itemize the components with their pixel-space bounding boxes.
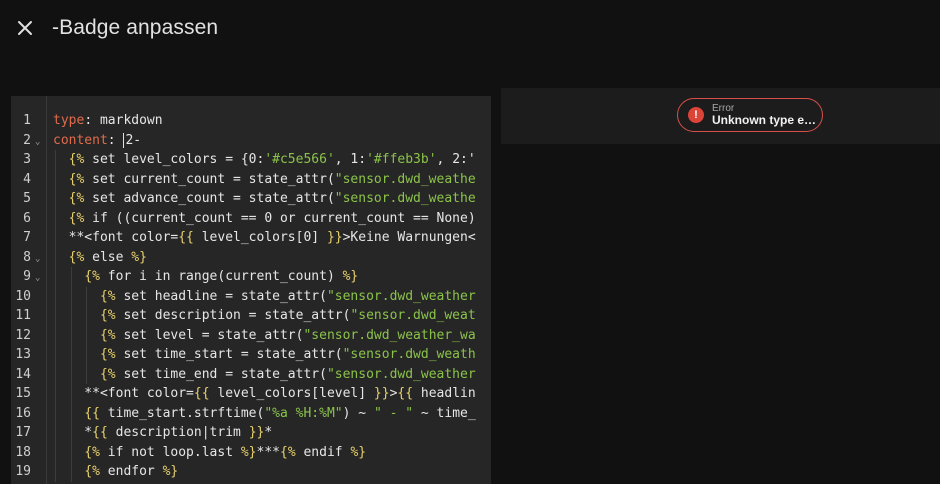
line-number: 5 (23, 191, 31, 206)
code-line: 17 *{{ description|trim }}* (11, 423, 491, 443)
badge-message: Unknown type e… (712, 112, 817, 127)
code-content[interactable]: 1 type: markdown 2 ⌄ content: 2- 3 {% set lev… (11, 111, 491, 482)
line-number: 7 (23, 230, 31, 245)
code-line: 13 {% set time_start = state_attr("senso… (11, 345, 491, 365)
error-badge[interactable]: Error Unknown type e… (677, 98, 823, 132)
code-line: 11 {% set description = state_attr("sens… (11, 306, 491, 326)
line-number: 15 (15, 386, 31, 401)
code-text: {% set time_start = state_attr("sensor.d… (99, 347, 476, 362)
line-number: 2 (23, 132, 31, 148)
code-line: 8 ⌄ {% else %} (11, 247, 491, 267)
code-line: 9 ⌄ {% for i in range(current_count) %} (11, 267, 491, 287)
code-text: {% set level = state_attr("sensor.dwd_we… (99, 327, 476, 343)
line-number: 10 (15, 288, 31, 304)
code-line: 10 {% set headline = state_attr("sensor.… (11, 286, 491, 306)
line-number: 18 (15, 444, 31, 460)
code-line: 5 {% set advance_count = state_attr("sen… (11, 189, 491, 209)
code-line: 14 {% set time_end = state_attr("sensor.… (11, 364, 491, 384)
line-number: 17 (15, 425, 31, 440)
dialog-header: -Badge anpassen (0, 0, 940, 56)
code-text: {% if ((current_count == 0 or current_co… (68, 210, 476, 226)
line-number: 9 (23, 269, 31, 284)
code-text: type: markdown (53, 113, 163, 128)
code-text: {% set headline = state_attr("sensor.dwd… (99, 288, 476, 304)
code-line: 19 {% endfor %} (11, 462, 491, 482)
code-line: 6 {% if ((current_count == 0 or current_… (11, 208, 491, 228)
code-line: 15 **<font color={{ level_colors[level] … (11, 384, 491, 404)
line-number: 1 (23, 113, 31, 128)
code-line: 12 {% set level = state_attr("sensor.dwd… (11, 325, 491, 345)
close-icon (18, 21, 32, 35)
code-line: 1 type: markdown (11, 111, 491, 131)
line-number: 16 (15, 405, 31, 421)
code-line: 18 {% if not loop.last %}***{% endif %} (11, 442, 491, 462)
line-number: 12 (15, 327, 31, 343)
line-number: 11 (15, 308, 31, 323)
line-number: 8 (23, 249, 31, 265)
alert-circle-icon (688, 107, 704, 123)
code-text: {% set description = state_attr("sensor.… (99, 308, 476, 323)
code-text: {% endfor %} (84, 464, 179, 479)
line-number: 19 (15, 464, 31, 479)
code-text: {% set time_end = state_attr("sensor.dwd… (99, 366, 476, 382)
line-number: 14 (15, 366, 31, 382)
code-text: {% set current_count = state_attr("senso… (68, 171, 476, 187)
code-text: content: 2- (53, 132, 142, 148)
dialog-title: -Badge anpassen (52, 16, 219, 39)
code-text: {% set advance_count = state_attr("senso… (68, 191, 476, 206)
line-number: 13 (15, 347, 31, 362)
line-number: 3 (23, 152, 31, 167)
code-line: 16 {{ time_start.strftime("%a %H:%M") ~ … (11, 403, 491, 423)
code-text: **<font color={{ level_colors[0] }}>Kein… (53, 230, 476, 245)
code-text: {% set level_colors = {0:'#c5e566', 1:'#… (68, 152, 476, 167)
code-line: 2 ⌄ content: 2- (11, 131, 491, 151)
code-text: {{ time_start.strftime("%a %H:%M") ~ " -… (84, 405, 476, 421)
line-number: 6 (23, 210, 31, 226)
code-line: 7 **<font color={{ level_colors[0] }}>Ke… (11, 228, 491, 248)
code-line: 4 {% set current_count = state_attr("sen… (11, 169, 491, 189)
line-number: 4 (23, 171, 31, 187)
code-text: {% else %} (68, 249, 147, 265)
code-text: *{{ description|trim }}* (53, 425, 273, 440)
code-text: **<font color={{ level_colors[level] }}>… (53, 386, 476, 401)
close-button[interactable] (13, 16, 37, 40)
code-text: {% if not loop.last %}***{% endif %} (84, 444, 367, 460)
code-text: {% for i in range(current_count) %} (84, 269, 359, 284)
code-line: 3 {% set level_colors = {0:'#c5e566', 1:… (11, 150, 491, 170)
code-editor[interactable]: 1 type: markdown 2 ⌄ content: 2- 3 {% set lev… (11, 96, 491, 484)
